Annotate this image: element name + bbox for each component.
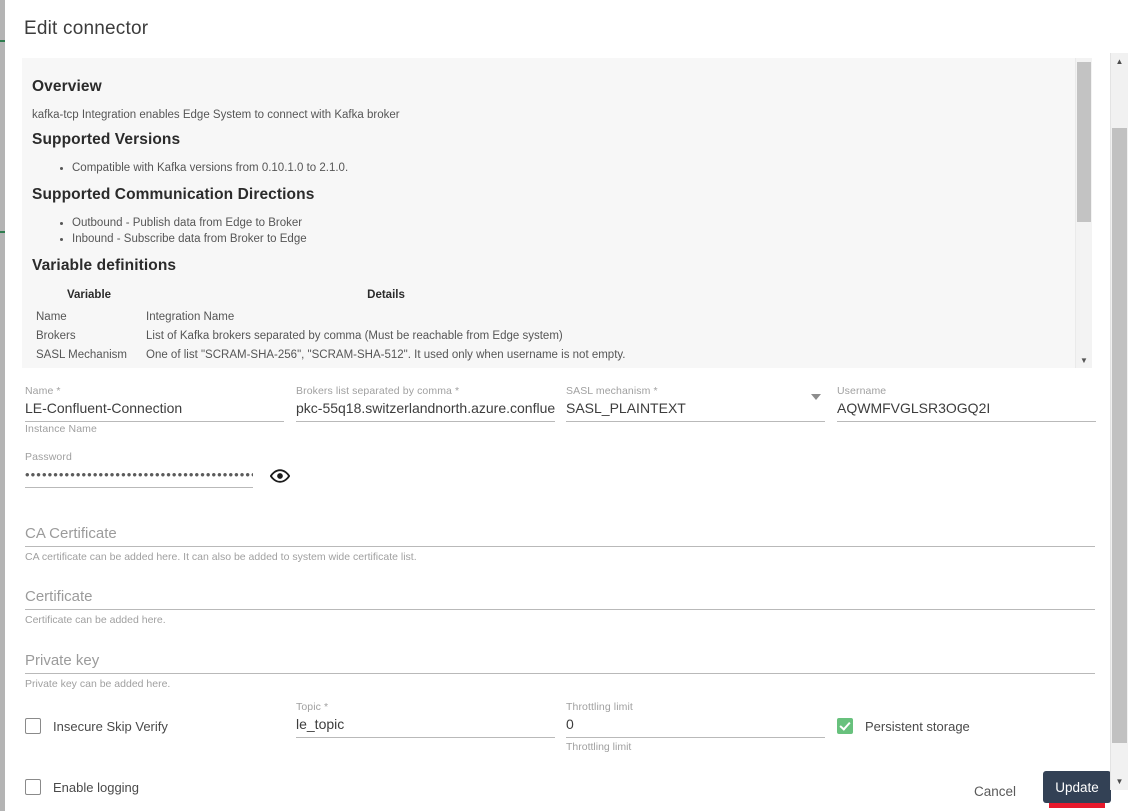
overview-description: kafka-tcp Integration enables Edge Syste… bbox=[32, 109, 400, 121]
insecure-skip-verify-checkbox-row[interactable]: Insecure Skip Verify bbox=[25, 718, 168, 734]
persistent-storage-checkbox-row[interactable]: Persistent storage bbox=[837, 718, 970, 734]
cell-variable: SASL Mechanism bbox=[36, 349, 127, 361]
sasl-mechanism-select[interactable]: SASL_PLAINTEXT bbox=[566, 398, 825, 422]
cell-variable: Name bbox=[36, 311, 67, 323]
eye-icon[interactable] bbox=[269, 466, 291, 486]
brokers-input[interactable]: pkc-55q18.switzerlandnorth.azure.conflue… bbox=[296, 398, 555, 422]
sasl-mechanism-field-group: SASL mechanism * SASL_PLAINTEXT bbox=[566, 385, 825, 422]
scroll-up-arrow-icon[interactable]: ▲ bbox=[1111, 53, 1128, 70]
variable-definitions-heading: Variable definitions bbox=[32, 257, 177, 274]
page-title: Edit connector bbox=[24, 18, 149, 39]
password-input[interactable]: ••••••••••••••••••••••••••••••••••••••••… bbox=[25, 464, 253, 488]
overview-panel-scrollbar[interactable]: ▼ bbox=[1075, 58, 1092, 368]
cell-details: Integration Name bbox=[146, 311, 235, 323]
column-header-variable: Variable bbox=[66, 289, 112, 301]
insecure-skip-verify-label: Insecure Skip Verify bbox=[53, 718, 168, 734]
column-header-details: Details bbox=[367, 289, 405, 301]
cell-details: One of list "SCRAM-SHA-256", "SCRAM-SHA-… bbox=[146, 349, 626, 361]
name-field-group: Name * LE-Confluent-Connection bbox=[25, 385, 284, 422]
brokers-field-group: Brokers list separated by comma * pkc-55… bbox=[296, 385, 555, 422]
enable-logging-checkbox-row[interactable]: Enable logging bbox=[25, 779, 139, 795]
cell-variable: Brokers bbox=[36, 330, 76, 342]
throttling-limit-input[interactable]: 0 bbox=[566, 714, 825, 738]
overview-scrollbar-thumb[interactable] bbox=[1077, 62, 1091, 222]
ca-certificate-hint: CA certificate can be added here. It can… bbox=[25, 551, 417, 563]
private-key-hint: Private key can be added here. bbox=[25, 678, 171, 690]
name-input[interactable]: LE-Confluent-Connection bbox=[25, 398, 284, 422]
throttling-limit-field-group: Throttling limit 0 Throttling limit bbox=[566, 701, 825, 754]
insecure-skip-verify-checkbox[interactable] bbox=[25, 718, 41, 734]
cell-details: List of Kafka brokers separated by comma… bbox=[146, 330, 563, 342]
variable-definitions-table: Variable Details Name Integration Name B… bbox=[32, 289, 626, 365]
persistent-storage-label: Persistent storage bbox=[865, 718, 970, 734]
update-button[interactable]: Update bbox=[1043, 771, 1111, 803]
cancel-button[interactable]: Cancel bbox=[964, 778, 1026, 805]
password-field-label: Password bbox=[25, 451, 72, 463]
private-key-field-group: Private key Private key can be added her… bbox=[25, 651, 1095, 690]
password-field-group: Password •••••••••••••••••••••••••••••••… bbox=[25, 451, 305, 488]
supported-versions-heading: Supported Versions bbox=[32, 131, 181, 148]
instance-name-field-group: Instance Name bbox=[25, 423, 284, 442]
password-row: ••••••••••••••••••••••••••••••••••••••••… bbox=[25, 464, 305, 488]
supported-directions-list: Outbound - Publish data from Edge to Bro… bbox=[32, 216, 1074, 247]
sasl-mechanism-field-label: SASL mechanism * bbox=[566, 385, 658, 397]
certificate-label[interactable]: Certificate bbox=[25, 587, 1095, 609]
supported-directions-heading: Supported Communication Directions bbox=[32, 186, 315, 203]
overview-panel: Overview kafka-tcp Integration enables E… bbox=[22, 58, 1092, 368]
edge-marker bbox=[0, 40, 5, 42]
overview-heading: Overview bbox=[32, 78, 102, 95]
instance-name-field-label: Instance Name bbox=[25, 423, 97, 435]
page-left-edge-strip bbox=[0, 0, 5, 811]
table-row: Brokers List of Kafka brokers separated … bbox=[32, 327, 626, 346]
certificate-hint: Certificate can be added here. bbox=[25, 614, 166, 626]
supported-versions-list: Compatible with Kafka versions from 0.10… bbox=[32, 161, 1074, 176]
table-row: Name Integration Name bbox=[32, 308, 626, 327]
list-item: Inbound - Subscribe data from Broker to … bbox=[60, 232, 1074, 247]
list-item: Compatible with Kafka versions from 0.10… bbox=[60, 161, 1074, 176]
connector-form: Name * LE-Confluent-Connection Instance … bbox=[0, 378, 1110, 795]
page-scrollbar-thumb[interactable] bbox=[1112, 128, 1127, 743]
table-header-row: Variable Details bbox=[32, 289, 626, 308]
ca-certificate-label[interactable]: CA Certificate bbox=[25, 524, 1095, 546]
persistent-storage-checkbox[interactable] bbox=[837, 718, 853, 734]
username-field-group: Username AQWMFVGLSR3OGQ2I bbox=[837, 385, 1096, 422]
edge-marker bbox=[0, 231, 5, 233]
certificate-field-group: Certificate Certificate can be added her… bbox=[25, 587, 1095, 626]
scroll-down-arrow-icon[interactable]: ▼ bbox=[1111, 773, 1128, 790]
enable-logging-label: Enable logging bbox=[53, 779, 140, 795]
scroll-down-arrow-icon[interactable]: ▼ bbox=[1076, 353, 1092, 367]
topic-field-label: Topic * bbox=[296, 701, 329, 713]
brokers-field-label: Brokers list separated by comma * bbox=[296, 385, 460, 397]
name-field-label: Name * bbox=[25, 385, 61, 397]
table-row: SASL Mechanism One of list "SCRAM-SHA-25… bbox=[32, 346, 626, 365]
throttling-limit-hint: Throttling limit bbox=[566, 741, 632, 753]
overview-content: Overview kafka-tcp Integration enables E… bbox=[22, 58, 1074, 365]
list-item: Outbound - Publish data from Edge to Bro… bbox=[60, 216, 1074, 231]
username-input[interactable]: AQWMFVGLSR3OGQ2I bbox=[837, 398, 1096, 422]
throttling-limit-field-label: Throttling limit bbox=[566, 701, 633, 713]
page-scrollbar[interactable]: ▲ ▼ bbox=[1110, 53, 1128, 790]
instance-name-input[interactable] bbox=[25, 436, 284, 442]
username-field-label: Username bbox=[837, 385, 887, 397]
topic-field-group: Topic * le_topic bbox=[296, 701, 555, 738]
update-button-accent-underline bbox=[1049, 803, 1105, 808]
enable-logging-checkbox[interactable] bbox=[25, 779, 41, 795]
ca-certificate-field-group: CA Certificate CA certificate can be add… bbox=[25, 524, 1095, 563]
chevron-down-icon[interactable] bbox=[811, 394, 821, 400]
topic-input[interactable]: le_topic bbox=[296, 714, 555, 738]
private-key-label[interactable]: Private key bbox=[25, 651, 1095, 673]
